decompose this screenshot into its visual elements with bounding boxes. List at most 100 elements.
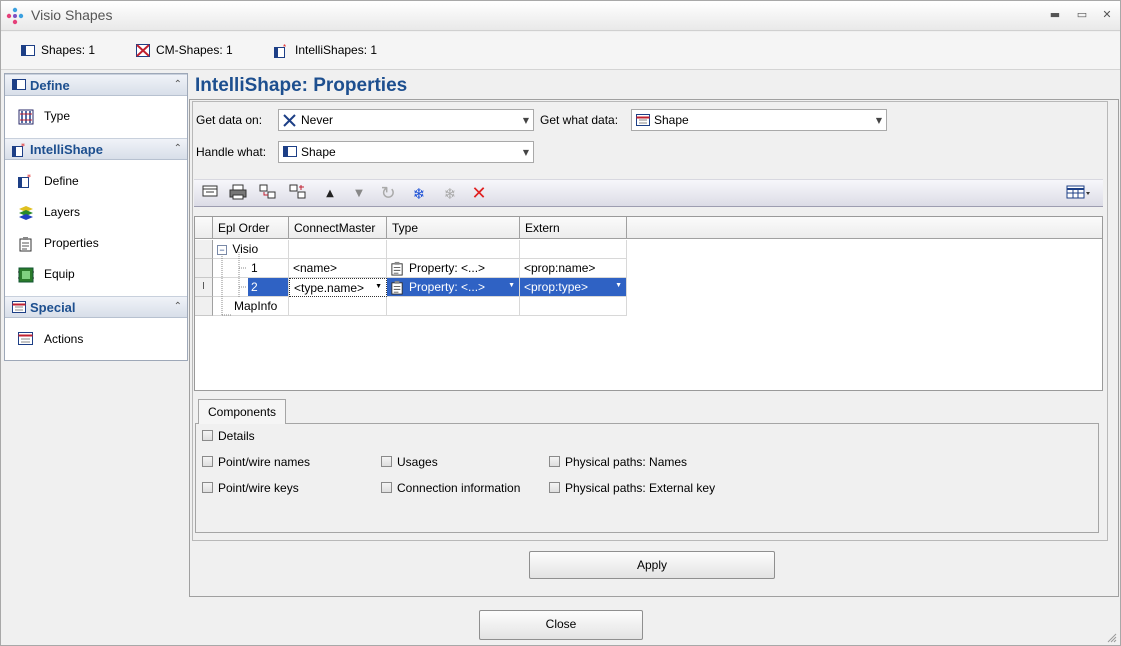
minimize-button[interactable]: ▬ bbox=[1048, 8, 1062, 22]
refresh-icon[interactable]: ↻ bbox=[378, 184, 398, 204]
properties-grid: Epl Order ConnectMaster Type Extern − Vi… bbox=[194, 216, 1103, 391]
nav-section-title: Special bbox=[30, 300, 76, 315]
point-wire-names-checkbox[interactable]: Point/wire names bbox=[202, 455, 310, 469]
tree-toggle-icon[interactable]: − bbox=[217, 245, 227, 255]
snowflake-disabled-icon[interactable]: ❄ bbox=[440, 184, 460, 204]
resize-grip-icon[interactable] bbox=[1107, 633, 1117, 643]
tab-components[interactable]: Components bbox=[198, 399, 286, 424]
column-width-icon[interactable] bbox=[200, 184, 220, 204]
title-bar: Visio Shapes ▬ ▭ ✕ bbox=[1, 1, 1120, 31]
grid-cell[interactable] bbox=[387, 297, 520, 316]
collapse-icon[interactable]: ⌃ bbox=[174, 79, 182, 90]
shape-count-bar: Shapes: 1 CM-Shapes: 1 * IntelliShapes: 1 bbox=[1, 32, 1120, 70]
grid-cell[interactable] bbox=[520, 297, 627, 316]
maximize-button[interactable]: ▭ bbox=[1075, 8, 1089, 22]
type-icon bbox=[18, 109, 34, 125]
nav-item-equip[interactable]: Equip bbox=[5, 264, 187, 286]
column-chooser-icon[interactable] bbox=[1064, 184, 1094, 204]
usages-checkbox[interactable]: Usages bbox=[381, 455, 438, 469]
grid-cell[interactable] bbox=[520, 240, 627, 259]
nav-item-label: Equip bbox=[44, 267, 75, 281]
type-select[interactable]: Property: <...> ▼ bbox=[387, 278, 520, 297]
window-title: Visio Shapes bbox=[31, 7, 113, 23]
get-what-data-select[interactable]: Shape ▼ bbox=[631, 109, 887, 131]
nav-item-label: Layers bbox=[44, 205, 81, 219]
layers-icon bbox=[19, 206, 33, 220]
nav-section-intellishape[interactable]: * IntelliShape ⌃ bbox=[5, 138, 187, 160]
nav-section-special[interactable]: Special ⌃ bbox=[5, 296, 187, 318]
point-wire-keys-checkbox[interactable]: Point/wire keys bbox=[202, 481, 299, 495]
apply-button[interactable]: Apply bbox=[529, 551, 775, 579]
connection-information-checkbox[interactable]: Connection information bbox=[381, 481, 520, 495]
grid-cell[interactable]: Property: <...> bbox=[387, 259, 520, 278]
define-icon: * bbox=[18, 174, 31, 188]
move-up-icon[interactable]: ▲ bbox=[320, 184, 340, 204]
nav-item-layers[interactable]: Layers bbox=[5, 202, 187, 224]
table-row[interactable]: MapInfo bbox=[213, 297, 289, 316]
shape-table-icon bbox=[636, 114, 650, 126]
physical-paths-external-key-checkbox[interactable]: Physical paths: External key bbox=[549, 481, 715, 495]
connectmaster-select[interactable]: <type.name> ▼ bbox=[289, 278, 387, 297]
grid-cell[interactable] bbox=[387, 240, 520, 259]
grid-cell[interactable]: <prop:name> bbox=[520, 259, 627, 278]
nav-section-define[interactable]: Define ⌃ bbox=[5, 74, 187, 96]
row-header-current[interactable]: I bbox=[195, 278, 213, 297]
chevron-down-icon: ▼ bbox=[508, 282, 515, 289]
print-icon[interactable] bbox=[228, 184, 248, 204]
page-title: IntelliShape: Properties bbox=[195, 75, 408, 96]
svg-text:*: * bbox=[283, 44, 286, 52]
actions-icon bbox=[18, 332, 33, 345]
column-header-connectmaster[interactable]: ConnectMaster bbox=[289, 217, 387, 239]
nav-section-title: Define bbox=[30, 78, 70, 93]
close-button[interactable]: Close bbox=[479, 610, 643, 640]
row-header[interactable] bbox=[195, 259, 213, 278]
nav-item-properties[interactable]: Properties bbox=[5, 233, 187, 255]
app-logo-icon bbox=[6, 7, 24, 25]
details-checkbox[interactable]: Details bbox=[202, 429, 255, 443]
left-nav: Define ⌃ Type * IntelliShape ⌃ * Define … bbox=[4, 73, 188, 361]
intellishape-section-icon: * bbox=[12, 143, 25, 157]
physical-paths-names-checkbox[interactable]: Physical paths: Names bbox=[549, 455, 687, 469]
shape-icon bbox=[283, 146, 297, 157]
insert-icon[interactable] bbox=[288, 184, 308, 204]
special-section-icon bbox=[12, 301, 26, 313]
nav-item-define[interactable]: * Define bbox=[5, 171, 187, 193]
get-data-on-select[interactable]: Never ▼ bbox=[278, 109, 534, 131]
table-row[interactable]: 2 bbox=[213, 278, 289, 297]
grid-cell[interactable]: <name> bbox=[289, 259, 387, 278]
extern-select[interactable]: <prop:type> ▼ bbox=[520, 278, 627, 297]
collapse-icon[interactable]: ⌃ bbox=[174, 143, 182, 154]
chevron-down-icon: ▼ bbox=[375, 283, 382, 290]
table-row[interactable]: − Visio bbox=[213, 240, 289, 259]
properties-icon bbox=[19, 237, 32, 252]
handle-what-select[interactable]: Shape ▼ bbox=[278, 141, 534, 163]
collapse-icon[interactable]: ⌃ bbox=[174, 301, 182, 312]
table-row[interactable]: 1 bbox=[213, 259, 289, 278]
handle-what-label: Handle what: bbox=[196, 145, 267, 159]
snowflake-icon[interactable]: ❄ bbox=[409, 184, 429, 204]
grid-corner bbox=[195, 217, 213, 239]
delete-icon[interactable]: ✕ bbox=[469, 184, 489, 204]
export-icon[interactable] bbox=[258, 184, 278, 204]
svg-text:*: * bbox=[27, 174, 31, 182]
never-x-icon bbox=[283, 114, 296, 127]
grid-cell[interactable] bbox=[289, 240, 387, 259]
grid-toolbar: ▲ ▼ ↻ ❄ ❄ ✕ bbox=[194, 179, 1103, 207]
move-down-icon[interactable]: ▼ bbox=[349, 184, 369, 204]
nav-item-type[interactable]: Type bbox=[5, 106, 187, 128]
nav-item-actions[interactable]: Actions bbox=[5, 329, 187, 351]
chevron-down-icon: ▼ bbox=[875, 116, 882, 125]
components-panel bbox=[195, 423, 1099, 533]
grid-cell[interactable] bbox=[289, 297, 387, 316]
close-window-button[interactable]: ✕ bbox=[1100, 8, 1114, 22]
property-icon bbox=[391, 261, 403, 276]
row-header[interactable] bbox=[195, 297, 213, 316]
nav-item-label: Define bbox=[44, 174, 79, 188]
cm-shape-icon bbox=[136, 44, 150, 58]
column-header-epl-order[interactable]: Epl Order bbox=[213, 217, 289, 239]
row-header[interactable] bbox=[195, 240, 213, 259]
column-header-extern[interactable]: Extern bbox=[520, 217, 627, 239]
column-header-type[interactable]: Type bbox=[387, 217, 520, 239]
svg-text:*: * bbox=[21, 143, 25, 151]
intellishape-icon: * bbox=[274, 44, 286, 58]
